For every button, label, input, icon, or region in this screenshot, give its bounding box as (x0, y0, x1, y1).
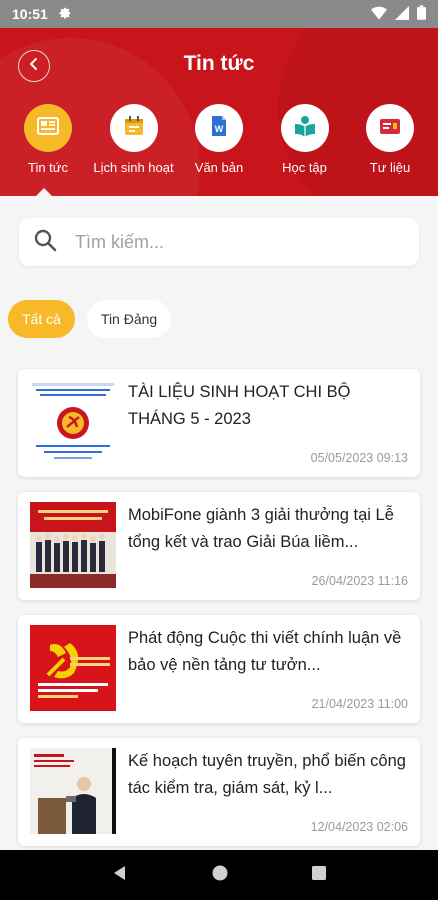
search-bar[interactable] (19, 218, 419, 266)
category-label: Học tập (282, 160, 327, 175)
filter-all-chip[interactable]: Tất cả (8, 300, 75, 338)
wifi-icon (371, 6, 387, 23)
nav-recents-icon[interactable] (311, 865, 327, 886)
category-icon-circle (109, 104, 158, 152)
nav-back-icon[interactable] (111, 864, 129, 887)
active-category-pointer (36, 188, 52, 196)
news-title: Phát động Cuộc thi viết chính luận về bả… (128, 629, 402, 674)
status-time: 10:51 (12, 6, 48, 22)
nav-home-icon[interactable] (211, 864, 229, 887)
category-label: Lịch sinh hoạt (93, 160, 174, 175)
filter-chips: Tất cả Tin Đảng (8, 300, 172, 338)
category-tin-tuc[interactable]: Tin tức (6, 104, 90, 175)
category-icon-circle (24, 104, 72, 152)
news-thumbnail (30, 502, 116, 588)
news-card-body: Phát động Cuộc thi viết chính luận về bả… (128, 625, 408, 713)
news-card-body: TÀI LIỆU SINH HOẠT CHI BỘ THÁNG 5 - 2023… (128, 379, 408, 467)
search-icon (33, 228, 57, 257)
news-card[interactable]: TÀI LIỆU SINH HOẠT CHI BỘ THÁNG 5 - 2023… (18, 369, 420, 477)
settings-gear-icon (58, 6, 72, 23)
category-lich-sinh-hoat[interactable]: Lịch sinh hoạt (92, 104, 176, 175)
word-document-icon: W (207, 114, 231, 143)
news-card-body: Kế hoạch tuyên truyền, phổ biến công tác… (128, 748, 408, 836)
news-card[interactable]: Kế hoạch tuyên truyền, phổ biến công tác… (18, 738, 420, 846)
category-icon-circle (280, 104, 329, 152)
news-title: MobiFone giành 3 giải thưởng tại Lễ tổng… (128, 506, 394, 551)
news-card[interactable]: Phát động Cuộc thi viết chính luận về bả… (18, 615, 420, 723)
system-nav-bar (0, 850, 438, 900)
news-date: 12/04/2023 02:06 (310, 820, 408, 834)
page-title: Tin tức (183, 52, 255, 75)
news-card-body: MobiFone giành 3 giải thưởng tại Lễ tổng… (128, 502, 408, 590)
category-hoc-tap[interactable]: Học tập (263, 104, 347, 175)
filter-tin-dang-chip[interactable]: Tin Đảng (86, 300, 172, 338)
battery-icon (417, 5, 426, 23)
svg-text:W: W (215, 124, 224, 134)
study-book-icon (293, 114, 317, 143)
news-title: TÀI LIỆU SINH HOẠT CHI BỘ THÁNG 5 - 2023 (128, 383, 351, 428)
news-thumbnail (30, 625, 116, 711)
search-input[interactable] (75, 231, 375, 253)
category-icon-circle (366, 104, 414, 152)
news-card[interactable]: MobiFone giành 3 giải thưởng tại Lễ tổng… (18, 492, 420, 600)
category-label: Tư liệu (369, 160, 411, 175)
category-label: Tin tức (27, 160, 68, 175)
category-tu-lieu[interactable]: Tư liệu (348, 104, 432, 175)
news-list: TÀI LIỆU SINH HOẠT CHI BỘ THÁNG 5 - 2023… (18, 369, 420, 861)
app-header: Tin tức Tin tức Lịch sinh hoạt W Văn bản… (0, 28, 438, 196)
category-van-ban[interactable]: W Văn bản (177, 104, 261, 175)
news-title: Kế hoạch tuyên truyền, phổ biến công tác… (128, 752, 406, 797)
calendar-icon (122, 114, 146, 143)
signal-icon (395, 5, 409, 23)
category-label: Văn bản (194, 160, 244, 175)
news-date: 21/04/2023 11:00 (311, 697, 408, 711)
category-menu: Tin tức Lịch sinh hoạt W Văn bản Học tập… (0, 104, 438, 175)
newspaper-icon (36, 114, 60, 143)
archive-folder-icon (378, 114, 402, 143)
news-date: 26/04/2023 11:16 (311, 574, 408, 588)
news-thumbnail (30, 748, 116, 834)
category-icon-circle: W (195, 104, 243, 152)
status-bar: 10:51 (0, 0, 438, 28)
news-date: 05/05/2023 09:13 (310, 451, 408, 465)
news-thumbnail (30, 379, 116, 465)
